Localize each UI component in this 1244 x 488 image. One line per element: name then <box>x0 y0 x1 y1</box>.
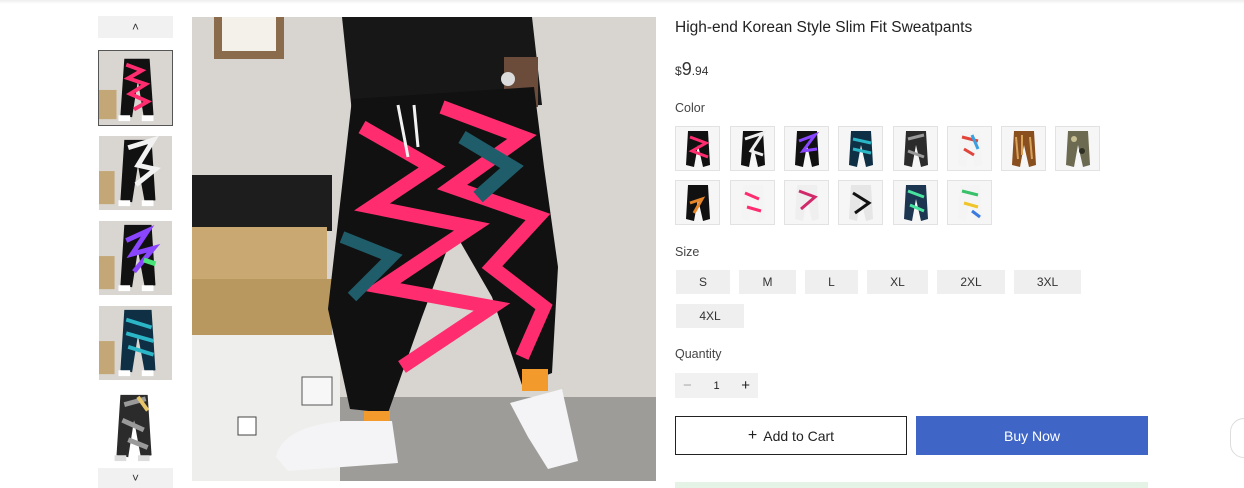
price-integer: 9 <box>681 59 692 79</box>
thumbnail-image <box>99 221 172 295</box>
thumbnail-image <box>99 51 172 125</box>
thumbnail-prev-button[interactable]: ˄ <box>98 16 173 38</box>
thumbnail-pink[interactable] <box>98 50 173 126</box>
color-swatch-pink-print[interactable] <box>784 180 829 225</box>
buy-now-label: Buy Now <box>1003 427 1061 444</box>
size-option-xl[interactable]: XL <box>867 270 928 294</box>
color-swatch-black-orange[interactable] <box>675 180 720 225</box>
plus-icon: + <box>747 426 758 444</box>
product-price: $9.94 <box>675 59 708 80</box>
quantity-label: Quantity <box>675 347 722 361</box>
promo-banner <box>675 482 1148 488</box>
chevron-up-icon: ˄ <box>131 20 139 34</box>
quantity-stepper: − 1 + <box>675 373 758 398</box>
thumbnail-image <box>99 136 172 210</box>
color-swatch-gray[interactable] <box>893 126 938 171</box>
color-swatch-brown[interactable] <box>1001 126 1046 171</box>
color-swatch-teal[interactable] <box>838 126 883 171</box>
price-decimal: .94 <box>691 64 709 78</box>
minus-icon[interactable]: − <box>683 377 692 394</box>
color-swatch-blue-green[interactable] <box>893 180 938 225</box>
size-option-l[interactable]: L <box>805 270 858 294</box>
color-swatch-purple[interactable] <box>784 126 829 171</box>
color-swatch-white-print[interactable] <box>730 180 775 225</box>
price-currency: $ <box>675 64 682 78</box>
main-product-image[interactable] <box>192 17 656 481</box>
thumbnail-purple[interactable] <box>98 220 173 296</box>
chevron-down-icon: ˅ <box>131 471 139 485</box>
color-swatch-graffiti[interactable] <box>947 126 992 171</box>
plus-icon[interactable]: + <box>741 377 750 394</box>
thumbnail-teal[interactable] <box>98 305 173 381</box>
thumbnail-image <box>99 391 172 465</box>
size-option-4xl[interactable]: 4XL <box>676 304 744 328</box>
thumbnail-image <box>99 306 172 380</box>
size-option-3xl[interactable]: 3XL <box>1014 270 1081 294</box>
thumbnail-list <box>98 50 173 475</box>
color-swatch-black-white[interactable] <box>838 180 883 225</box>
color-swatch-camo[interactable] <box>1055 126 1100 171</box>
size-label: Size <box>675 245 700 259</box>
thumbnail-gray[interactable] <box>98 390 173 466</box>
color-swatch-pink[interactable] <box>675 126 720 171</box>
color-label: Color <box>675 101 705 115</box>
top-divider <box>0 0 1244 4</box>
color-swatch-rainbow[interactable] <box>947 180 992 225</box>
size-option-2xl[interactable]: 2XL <box>937 270 1005 294</box>
chat-widget-tab[interactable] <box>1230 418 1244 458</box>
color-swatch-white[interactable] <box>730 126 775 171</box>
buy-now-button[interactable]: Buy Now <box>916 416 1148 455</box>
product-photo <box>192 17 656 481</box>
size-option-m[interactable]: M <box>739 270 796 294</box>
add-to-cart-button[interactable]: + Add to Cart <box>675 416 907 455</box>
product-title: High-end Korean Style Slim Fit Sweatpant… <box>675 19 973 36</box>
thumbnail-next-button[interactable]: ˅ <box>98 468 173 488</box>
thumbnail-white[interactable] <box>98 135 173 211</box>
quantity-value[interactable]: 1 <box>713 380 719 392</box>
size-option-s[interactable]: S <box>676 270 730 294</box>
add-to-cart-label: Add to Cart <box>763 427 835 444</box>
